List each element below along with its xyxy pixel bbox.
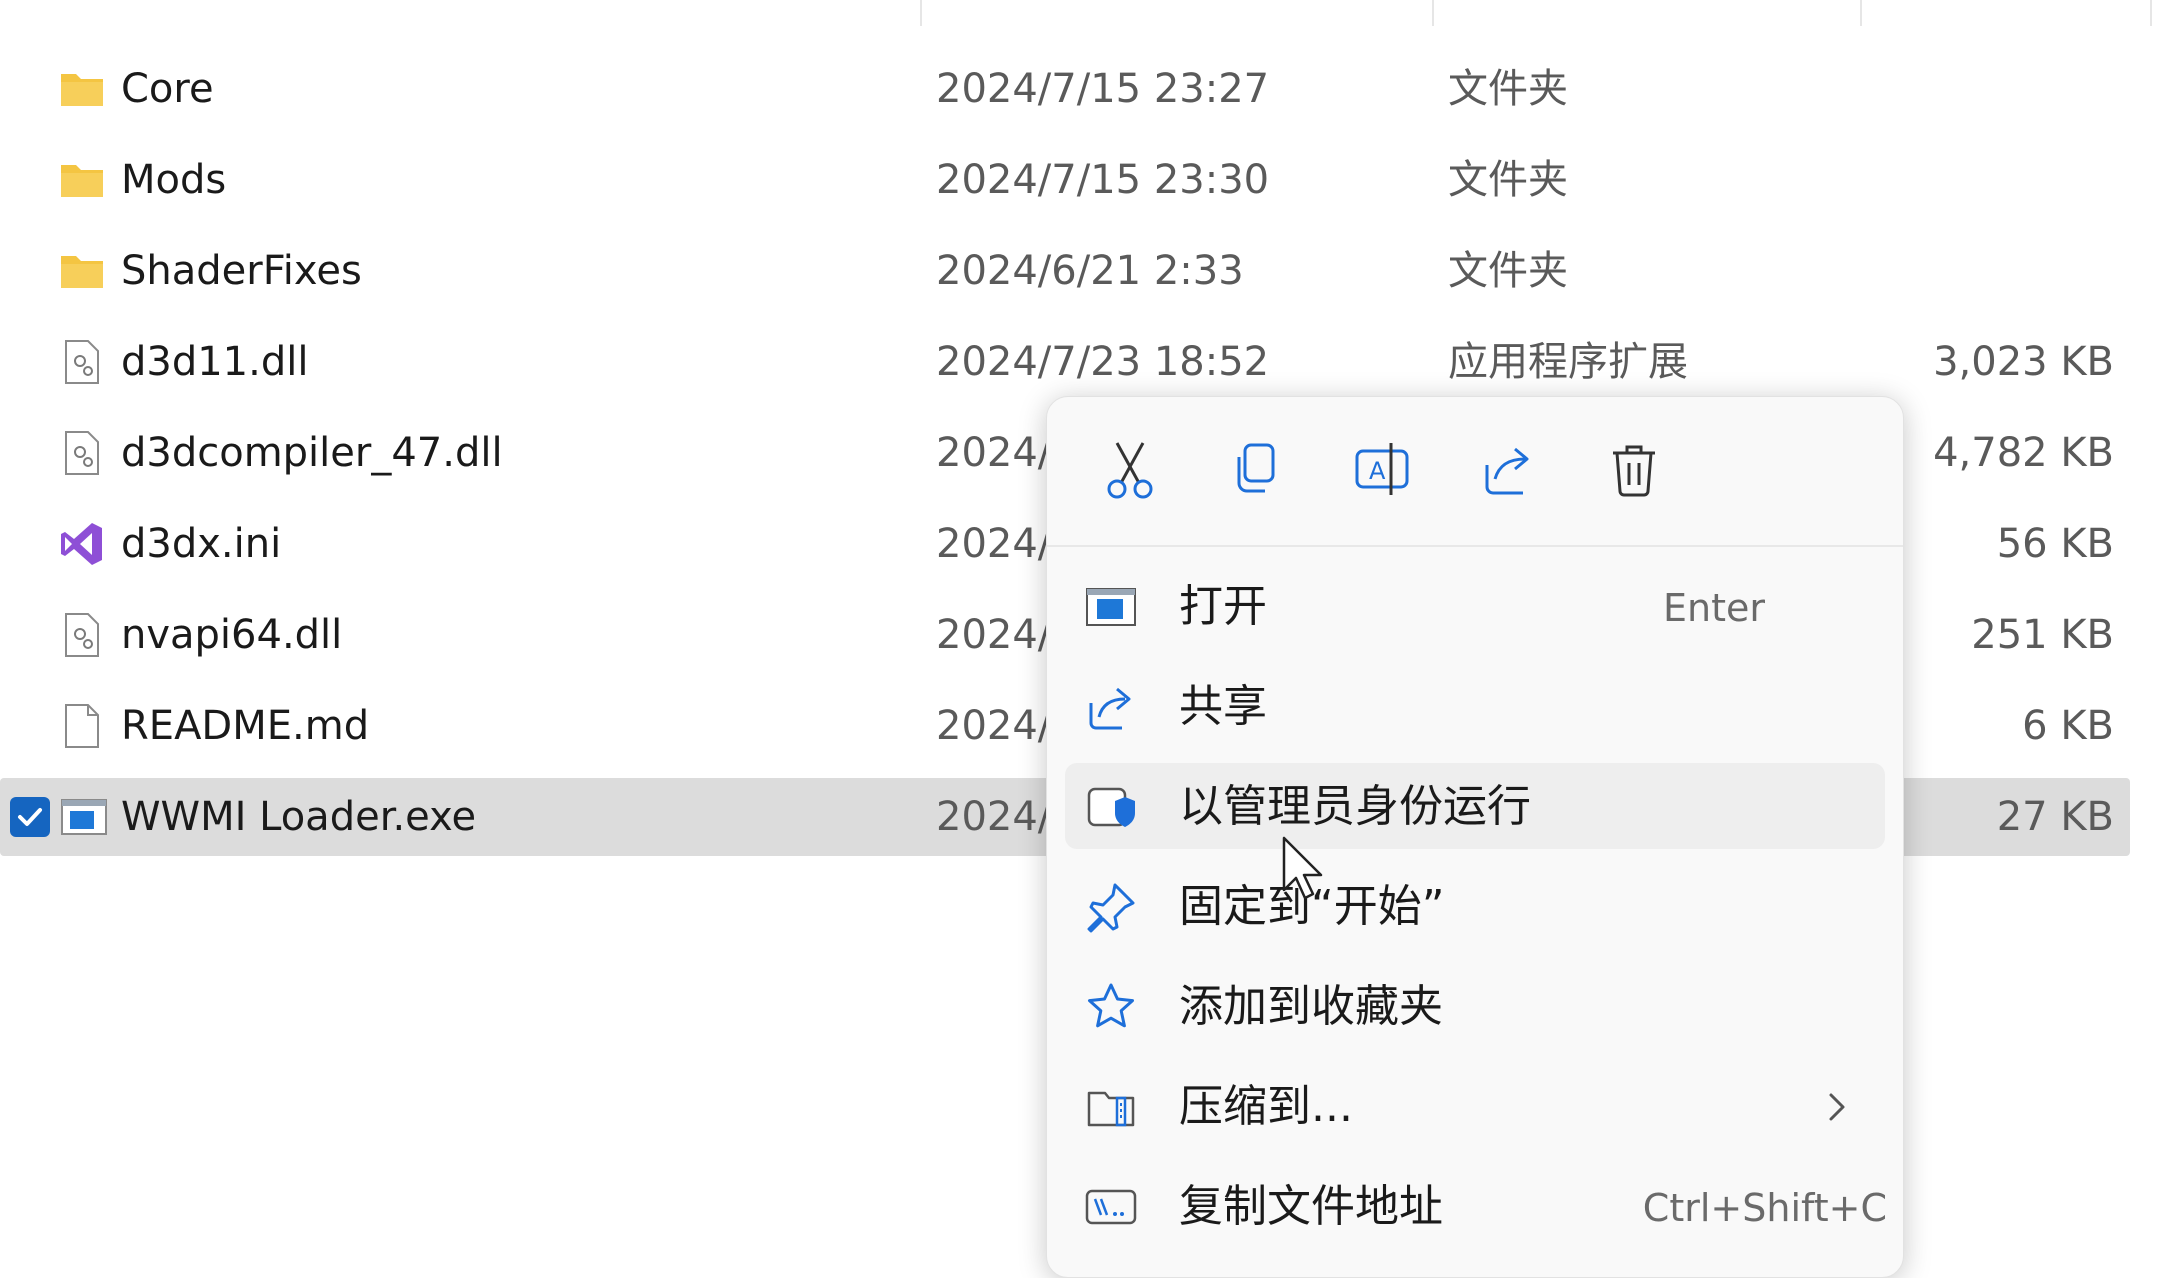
file-date: 2024/ <box>936 703 1052 749</box>
dll-file-icon <box>65 431 99 475</box>
file-row[interactable]: Mods 2024/7/15 23:30 文件夹 <box>0 141 2130 219</box>
file-name: WWMI Loader.exe <box>121 794 477 840</box>
menu-item-share[interactable]: 共享 <box>1065 663 1885 749</box>
menu-item-label: 打开 <box>1179 581 1267 632</box>
menu-item-label: 以管理员身份运行 <box>1179 781 1531 832</box>
copy-path-icon <box>1085 1189 1137 1225</box>
file-date: 2024/ <box>936 794 1052 840</box>
blank-file-icon <box>65 704 99 748</box>
file-date: 2024/7/15 23:30 <box>936 157 1270 203</box>
visual-studio-icon <box>61 523 102 565</box>
menu-item-run-as-admin[interactable]: 以管理员身份运行 <box>1065 763 1885 849</box>
file-type: 文件夹 <box>1448 157 1568 203</box>
svg-text:A: A <box>1369 457 1386 485</box>
open-app-icon <box>1086 588 1136 626</box>
file-name: ShaderFixes <box>121 248 362 294</box>
dll-file-icon <box>65 613 99 657</box>
menu-item-open[interactable]: 打开 Enter <box>1065 563 1885 649</box>
file-size: 4,782 KB <box>1933 430 2114 476</box>
menu-item-shortcut: Ctrl+Shift+C <box>1642 1186 1887 1230</box>
menu-item-shortcut: Enter <box>1663 586 1765 630</box>
file-name: nvapi64.dll <box>121 612 343 658</box>
check-icon <box>18 808 42 826</box>
file-date: 2024/7/15 23:27 <box>936 66 1270 112</box>
chevron-right-icon <box>1829 1093 1845 1121</box>
menu-item-copy-path[interactable]: 复制文件地址 Ctrl+Shift+C <box>1065 1163 1887 1249</box>
file-name: d3dcompiler_47.dll <box>121 430 503 476</box>
context-menu: A 打开 Enter 共享 以管理员身份运行 固定到“开始” 添加到收藏夹 压缩… <box>1046 396 1904 1278</box>
row-checkbox[interactable] <box>10 797 50 837</box>
file-row[interactable]: ShaderFixes 2024/6/21 2:33 文件夹 <box>0 232 2130 310</box>
file-row[interactable]: Core 2024/7/15 23:27 文件夹 <box>0 50 2130 128</box>
file-size: 6 KB <box>2022 703 2114 749</box>
file-type: 应用程序扩展 <box>1448 339 1688 385</box>
file-type: 文件夹 <box>1448 66 1568 112</box>
file-row[interactable]: d3d11.dll 2024/7/23 18:52 应用程序扩展 3,023 K… <box>0 323 2130 401</box>
file-size: 251 KB <box>1971 612 2114 658</box>
star-icon <box>1088 983 1134 1028</box>
share-icon[interactable] <box>1473 435 1543 505</box>
menu-item-label: 添加到收藏夹 <box>1179 981 1443 1032</box>
run-as-admin-icon <box>1087 787 1135 827</box>
exe-file-icon <box>61 799 107 835</box>
menu-item-pin-start[interactable]: 固定到“开始” <box>1065 863 1885 949</box>
context-menu-toolbar: A <box>1047 397 1903 547</box>
rename-icon[interactable]: A <box>1347 435 1417 505</box>
file-name: Core <box>121 66 214 112</box>
file-name: d3dx.ini <box>121 521 282 567</box>
folder-icon <box>61 74 103 106</box>
delete-icon[interactable] <box>1599 435 1669 505</box>
dll-file-icon <box>65 340 99 384</box>
menu-item-label: 共享 <box>1179 681 1267 732</box>
file-name: d3d11.dll <box>121 339 309 385</box>
cut-icon[interactable] <box>1095 435 1165 505</box>
menu-item-label: 复制文件地址 <box>1179 1181 1443 1232</box>
pin-icon <box>1087 883 1135 933</box>
file-date: 2024/ <box>936 430 1052 476</box>
file-date: 2024/7/23 18:52 <box>936 339 1270 385</box>
folder-icon <box>61 256 103 288</box>
copy-icon[interactable] <box>1221 435 1291 505</box>
file-size: 3,023 KB <box>1933 339 2114 385</box>
file-name: README.md <box>121 703 370 749</box>
file-date: 2024/ <box>936 521 1052 567</box>
menu-item-add-favorites[interactable]: 添加到收藏夹 <box>1065 963 1885 1049</box>
file-date: 2024/ <box>936 612 1052 658</box>
file-date: 2024/6/21 2:33 <box>936 248 1244 294</box>
file-size: 56 KB <box>1996 521 2114 567</box>
file-name: Mods <box>121 157 227 203</box>
share-icon <box>1089 687 1131 730</box>
file-type: 文件夹 <box>1448 248 1568 294</box>
menu-item-compress[interactable]: 压缩到... <box>1065 1063 1885 1149</box>
menu-item-label: 压缩到... <box>1179 1081 1353 1132</box>
folder-icon <box>61 165 103 197</box>
compress-icon <box>1087 1091 1135 1127</box>
mouse-cursor-icon <box>1282 836 1323 900</box>
file-size: 27 KB <box>1996 794 2114 840</box>
